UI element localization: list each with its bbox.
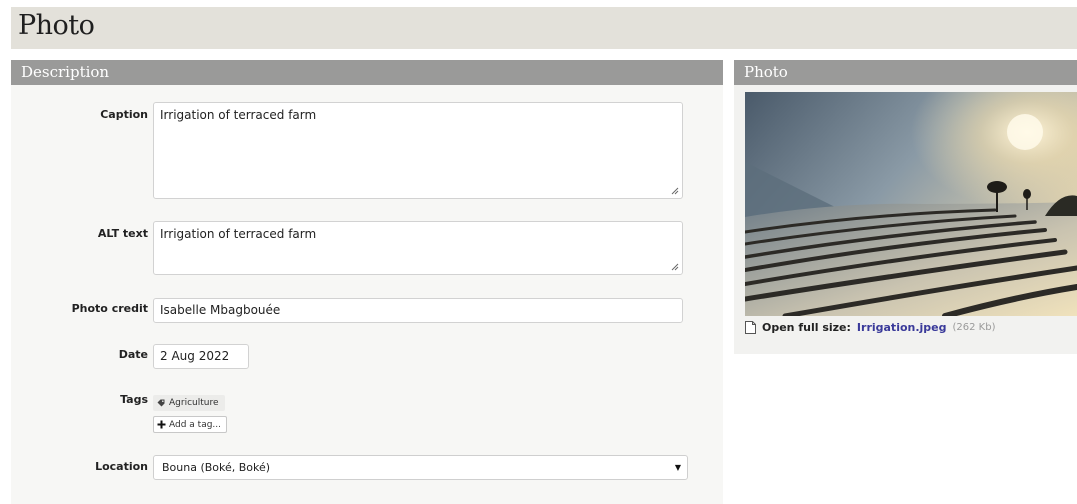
resize-grip-icon[interactable] bbox=[671, 187, 679, 195]
caption-value: Irrigation of terraced farm bbox=[160, 108, 317, 122]
date-input[interactable]: 2 Aug 2022 bbox=[153, 344, 249, 369]
location-select[interactable]: Bouna (Boké, Boké) ▼ bbox=[153, 455, 688, 480]
photo-preview[interactable] bbox=[745, 92, 1077, 316]
caption-textarea[interactable]: Irrigation of terraced farm bbox=[153, 102, 683, 199]
date-label: Date bbox=[118, 348, 148, 361]
page-title: Photo bbox=[18, 10, 95, 41]
plus-icon bbox=[157, 420, 166, 429]
location-label: Location bbox=[95, 460, 148, 473]
file-name-link[interactable]: Irrigation.jpeg bbox=[857, 321, 947, 334]
open-full-size-row: Open full size: Irrigation.jpeg (262 Kb) bbox=[745, 321, 996, 334]
file-icon bbox=[745, 321, 756, 334]
caption-label: Caption bbox=[100, 108, 148, 121]
tags-label: Tags bbox=[120, 393, 148, 406]
photo-credit-input[interactable]: Isabelle Mbagbouée bbox=[153, 298, 683, 323]
add-tag-label: Add a tag... bbox=[169, 419, 222, 430]
open-full-size-label: Open full size: bbox=[762, 321, 851, 334]
alt-text-textarea[interactable]: Irrigation of terraced farm bbox=[153, 221, 683, 275]
photo-panel-heading: Photo bbox=[734, 60, 1077, 85]
resize-grip-icon[interactable] bbox=[671, 263, 679, 271]
file-size: (262 Kb) bbox=[952, 322, 996, 333]
photo-preview-image bbox=[745, 92, 1077, 316]
photo-credit-label: Photo credit bbox=[71, 302, 148, 315]
tag-chip-label: Agriculture bbox=[169, 398, 219, 408]
tag-chip[interactable]: Agriculture bbox=[153, 395, 225, 411]
alt-text-label: ALT text bbox=[97, 227, 148, 240]
tag-icon bbox=[157, 399, 165, 407]
location-value: Bouna (Boké, Boké) bbox=[162, 461, 271, 474]
description-panel-heading: Description bbox=[11, 60, 723, 85]
alt-text-value: Irrigation of terraced farm bbox=[160, 227, 317, 241]
add-tag-button[interactable]: Add a tag... bbox=[153, 416, 228, 433]
page-header: Photo bbox=[11, 7, 1077, 49]
caret-down-icon: ▼ bbox=[674, 463, 681, 472]
